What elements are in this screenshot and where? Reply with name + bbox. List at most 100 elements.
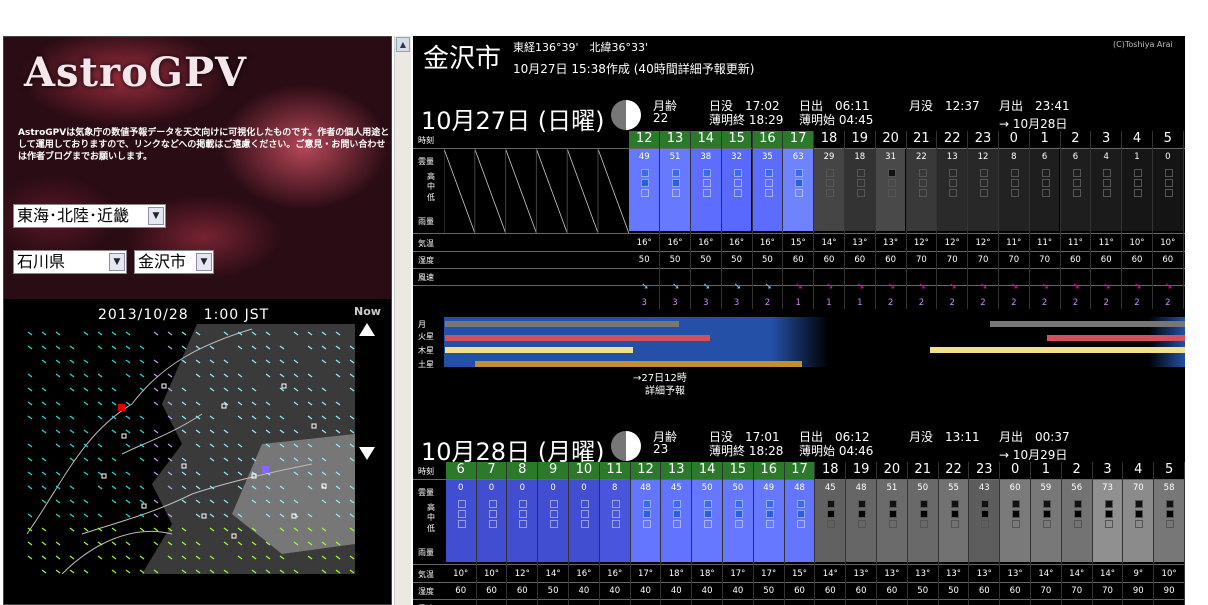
chevron-down-icon[interactable]: ▼ — [109, 253, 125, 271]
cloud-layer-box — [1166, 520, 1175, 528]
left-panel: AstroGPV AstroGPVは気象庁の数値予報データを天文向けに可視化した… — [3, 36, 392, 605]
cloud-layer-box — [765, 510, 774, 518]
hour-cell: 15 — [723, 462, 753, 479]
cloud-layer-box — [611, 510, 620, 518]
hour-cell: 8 — [507, 462, 538, 479]
cloud-value: 49 — [763, 483, 775, 493]
humidity-value: 50 — [547, 586, 559, 596]
humidity-value: 70 — [1071, 586, 1083, 596]
wind-arrow-icon: ➘ — [1041, 282, 1050, 292]
temperature-value: 15° — [790, 238, 806, 248]
time-prev-arrow-icon[interactable] — [359, 323, 375, 336]
cloud-layer-box — [611, 500, 620, 508]
time-next-arrow-icon[interactable] — [359, 447, 375, 460]
cloud-value: 6 — [1041, 152, 1048, 162]
scrollbar[interactable]: ▲ — [394, 36, 411, 605]
cloud-layer-box — [1135, 510, 1144, 518]
humidity-value: 40 — [640, 586, 651, 596]
grid-line — [413, 564, 1185, 565]
cloud-value: 43 — [978, 483, 990, 493]
moonrise-time: 月出 00:37 — [999, 430, 1070, 444]
cloud-layer-box — [1073, 510, 1082, 518]
temperature-value: 12° — [514, 569, 530, 579]
scroll-up-icon[interactable]: ▲ — [396, 37, 410, 52]
temperature-value: 13° — [945, 569, 962, 579]
twilight-end-time: 薄明終 18:28 — [709, 444, 784, 458]
hour-cell: 0 — [1000, 462, 1030, 479]
cloud-layer-box — [858, 500, 867, 508]
cloud-layer-box — [1073, 500, 1082, 508]
chevron-down-icon[interactable]: ▼ — [148, 207, 164, 225]
cloud-layer-box — [550, 510, 559, 518]
cloud-value: 35 — [761, 152, 773, 162]
city-select[interactable]: 金沢市 ▼ — [134, 250, 214, 274]
humidity-value: 50 — [948, 586, 959, 596]
hour-cell: 21 — [907, 462, 938, 479]
region-select[interactable]: 東海･北陸･近畿 ▼ — [13, 204, 166, 228]
hour-cell: 10 — [569, 462, 599, 479]
humidity-value: 60 — [886, 586, 898, 596]
hour-cell: 14 — [690, 131, 721, 148]
hour-cell: 4 — [1123, 462, 1154, 479]
wind-value: 2 — [949, 298, 955, 308]
hour-cell: 0 — [998, 131, 1029, 148]
cloud-value: 38 — [700, 152, 712, 162]
temperature-value: 12° — [913, 238, 929, 248]
humidity-value: 70 — [977, 255, 989, 265]
cloud-value: 58 — [1163, 483, 1175, 493]
cloud-layer-box — [1103, 179, 1112, 187]
cloud-layer-box — [733, 169, 742, 177]
temperature-value: 16° — [576, 569, 592, 579]
prefecture-select[interactable]: 石川県 ▼ — [13, 250, 127, 274]
humidity-value: 60 — [854, 255, 866, 265]
hour-cell: 5 — [1154, 462, 1184, 479]
map-now-button[interactable]: Now — [354, 305, 381, 318]
humidity-value: 60 — [486, 586, 497, 596]
cloud-layer-box — [949, 189, 958, 197]
hour-cell: 12 — [629, 131, 660, 148]
cloud-layer-box — [702, 179, 711, 187]
row-label-mid: 中 — [427, 182, 435, 191]
cloud-layer-box — [550, 520, 559, 528]
cloud-value: 0 — [581, 483, 587, 493]
cloud-layer-box — [702, 189, 711, 197]
cloud-layer-box — [919, 500, 928, 508]
cloud-layer-box — [1010, 189, 1019, 197]
hour-cell: 19 — [846, 462, 876, 479]
mars-visibility-bar — [445, 335, 710, 341]
cloud-layer-box — [826, 189, 835, 197]
humidity-value: 60 — [792, 255, 804, 265]
site-logo[interactable]: AstroGPV — [24, 49, 247, 96]
row-label-wind: 風速 — [418, 273, 434, 282]
temperature-value: 13° — [883, 238, 899, 248]
cloud-layer-box — [1135, 520, 1144, 528]
cloud-layer-box — [704, 520, 713, 528]
row-label-low: 低 — [427, 193, 435, 202]
wind-arrow-icon: ➘ — [641, 282, 649, 292]
cloud-value: 56 — [1071, 483, 1083, 493]
cloud-layer-box — [950, 510, 959, 518]
cloud-layer-box — [1012, 500, 1021, 508]
temperature-value: 15° — [791, 569, 808, 579]
cloud-value: 4 — [1103, 152, 1109, 162]
wind-value: 3 — [733, 298, 740, 308]
chevron-down-icon[interactable]: ▼ — [196, 253, 212, 271]
cloud-value: 63 — [792, 152, 804, 162]
cloud-layer-box — [488, 500, 497, 508]
cloud-value: 45 — [824, 483, 836, 493]
cloud-layer-box — [1012, 520, 1021, 528]
cloud-layer-box — [735, 500, 743, 508]
wind-arrow-icon: ➘ — [1072, 282, 1081, 292]
cloud-layer-box — [641, 179, 650, 187]
cloud-layer-box — [1012, 510, 1021, 518]
cloud-value: 48 — [794, 483, 805, 493]
wind-value: 2 — [1072, 298, 1079, 308]
cloud-layer-box — [918, 179, 927, 187]
cloud-layer-box — [1134, 169, 1143, 177]
cloud-value: 0 — [488, 483, 495, 493]
hour-cell: 22 — [938, 462, 969, 479]
cloud-layer-box — [887, 189, 896, 197]
weather-map[interactable] — [22, 324, 355, 574]
cloud-layer-box — [796, 500, 805, 508]
cloud-layer-box — [980, 179, 989, 187]
